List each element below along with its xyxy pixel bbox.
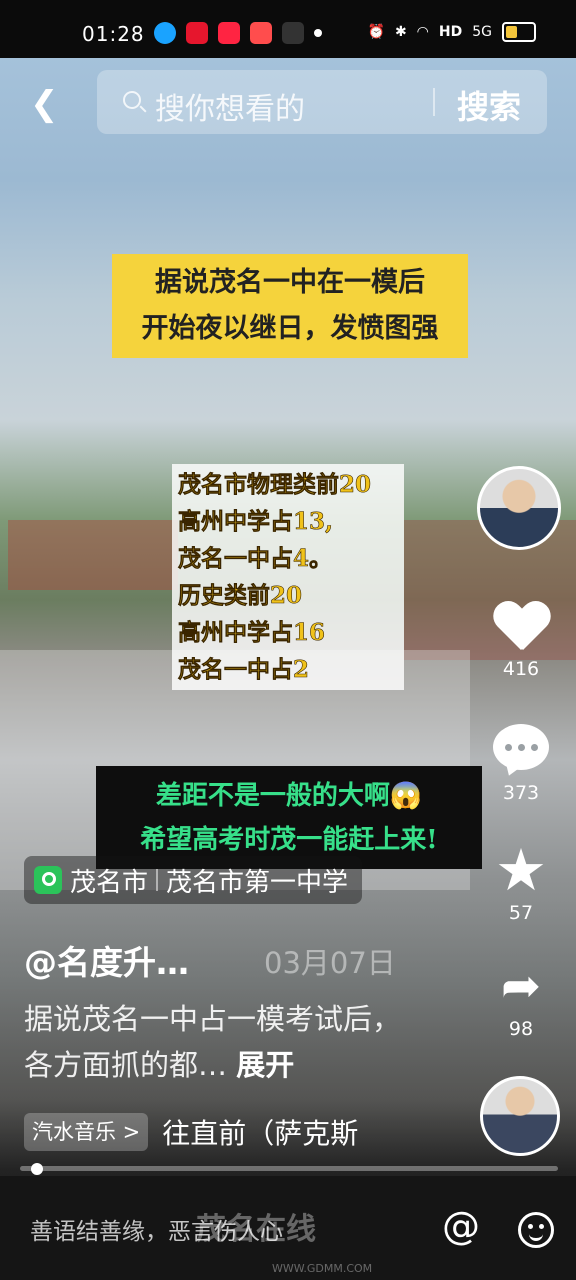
video-screen[interactable]: 01:28 ⏰ ✱ ◠ HD 5G ❮ 搜你想看的 搜索 据说茂名一中在一模后 …: [0, 0, 576, 1280]
wifi-icon: ◠: [416, 24, 429, 40]
comment-icon: [493, 724, 549, 770]
search-bar[interactable]: 搜你想看的 搜索: [97, 70, 547, 134]
mention-icon[interactable]: @: [442, 1204, 480, 1248]
comment-button[interactable]: 373: [481, 724, 561, 804]
hd-icon: HD: [438, 24, 463, 40]
caption-mid-line: 高州中学占16: [178, 619, 326, 647]
system-status: ⏰ ✱ ◠ HD 5G: [367, 22, 536, 42]
caption-top-line: 据说茂名一中在一模后: [155, 267, 425, 298]
caption-bottom: 差距不是一般的大啊😱 希望高考时茂一能赶上来!: [96, 766, 482, 869]
share-icon: ➦: [500, 958, 542, 1014]
building-left: [8, 520, 178, 590]
weibo-icon: [186, 22, 208, 44]
like-count: 416: [502, 658, 540, 680]
search-button[interactable]: 搜索: [457, 82, 521, 128]
caption-mid-line: 历史类前20: [178, 582, 303, 610]
search-input[interactable]: 搜你想看的: [155, 84, 305, 128]
video-progress-bar[interactable]: [20, 1163, 558, 1175]
emoji-icon[interactable]: [518, 1212, 554, 1248]
caption-top: 据说茂名一中在一模后 开始夜以继日，发愤图强: [112, 254, 468, 358]
clock: 01:28: [82, 22, 145, 46]
caption-mid-line: 茂名一中占4。: [178, 545, 333, 573]
location-pin-icon: [34, 866, 62, 894]
status-bar: 01:28 ⏰ ✱ ◠ HD 5G: [0, 0, 576, 58]
caption-mid-line: 茂名市物理类前20: [178, 471, 372, 499]
expand-link[interactable]: 展开: [236, 1048, 294, 1082]
music-app-tag[interactable]: 汽水音乐 >: [24, 1113, 149, 1151]
video-app-icon: [250, 22, 272, 44]
post-date: 03月07日: [264, 946, 396, 980]
network-label: 5G: [472, 24, 492, 40]
comment-count: 373: [502, 782, 540, 804]
progress-handle[interactable]: [30, 1163, 43, 1175]
caption-mid-line: 茂名一中占2: [178, 656, 310, 684]
location-city: 茂名市: [70, 867, 149, 898]
alarm-icon: ⏰: [367, 24, 385, 40]
back-icon[interactable]: ❮: [30, 84, 64, 124]
search-divider: [433, 88, 435, 116]
music-name: 往直前（萨克斯: [162, 1117, 359, 1150]
notification-icons: [154, 22, 322, 44]
music-row[interactable]: 汽水音乐 > 往直前（萨克斯: [24, 1112, 358, 1152]
star-icon: ★: [495, 836, 547, 904]
dot-icon: [314, 29, 322, 37]
watermark-url: WWW.GDMM.COM: [272, 1262, 373, 1275]
caption-mid: 茂名市物理类前20 高州中学占13, 茂名一中占4。 历史类前20 高州中学占1…: [172, 464, 404, 690]
author-avatar[interactable]: [477, 466, 561, 550]
video-description[interactable]: 据说茂名一中占一模考试后，各方面抓的都… 展开: [24, 996, 424, 1088]
favorite-button[interactable]: ★ 57: [481, 836, 561, 924]
location-chip[interactable]: 茂名市 茂名市第一中学: [24, 856, 363, 904]
caption-bottom-line: 差距不是一般的大啊😱: [155, 781, 423, 811]
qq-icon: [154, 22, 176, 44]
search-icon: [123, 91, 141, 109]
soul-icon: [282, 22, 304, 44]
caption-top-line: 开始夜以继日，发愤图强: [141, 313, 439, 344]
bluetooth-icon: ✱: [394, 24, 407, 40]
location-divider: [156, 869, 159, 891]
watermark-name: 茂名在线: [196, 1212, 316, 1247]
caption-mid-line: 高州中学占13,: [178, 508, 334, 536]
description-text: 据说茂名一中占一模考试后，各方面抓的都…: [24, 1002, 402, 1082]
battery-icon: [502, 22, 536, 42]
author-name[interactable]: @名度升…: [24, 936, 189, 984]
location-place: 茂名市第一中学: [166, 867, 349, 898]
heart-icon: [493, 602, 549, 654]
share-count: 98: [508, 1018, 534, 1040]
like-button[interactable]: 416: [481, 602, 561, 680]
music-disc-avatar[interactable]: [480, 1076, 560, 1156]
xiaohongshu-icon: [218, 22, 240, 44]
favorite-count: 57: [508, 902, 534, 924]
share-button[interactable]: ➦ 98: [481, 962, 561, 1040]
